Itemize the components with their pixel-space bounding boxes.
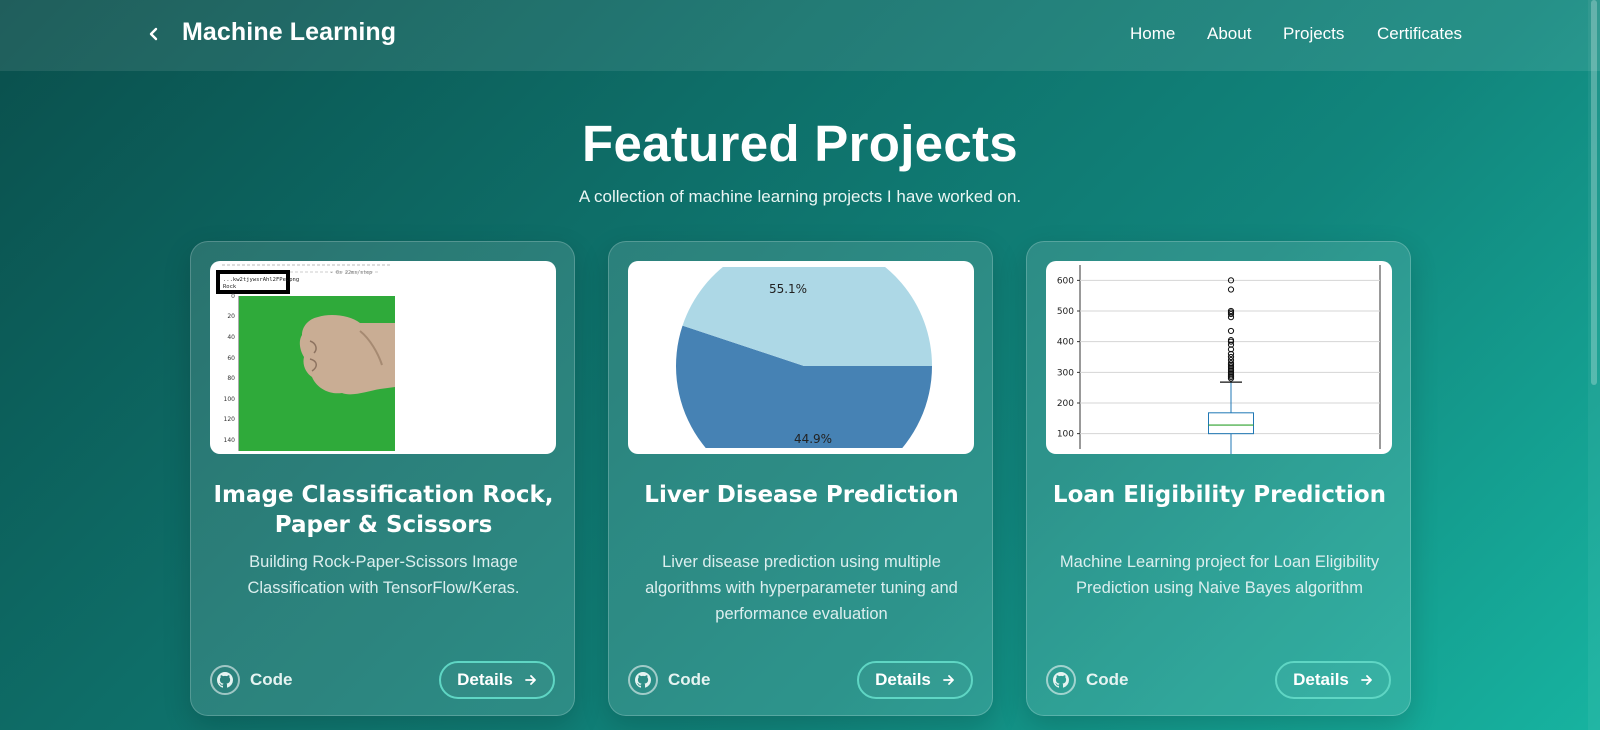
project-thumbnail-rps: - 0s 22ms/step ...kw2tjywsrAhl2FPe.png R… — [210, 261, 556, 454]
github-icon — [1046, 665, 1076, 695]
page-title: Featured Projects — [582, 115, 1018, 172]
image-filename: ...kw2tjywsrAhl2FPe.png — [223, 277, 299, 283]
y-tick-label: 80 — [227, 375, 235, 382]
pie-chart: 55.1% 44.9% — [676, 267, 932, 448]
project-title: Liver Disease Prediction — [644, 482, 959, 508]
y-tick-label: 500 — [1057, 307, 1074, 317]
y-tick-label: 40 — [227, 334, 235, 341]
y-tick-label: 60 — [227, 355, 235, 362]
arrow-right-icon — [942, 675, 954, 685]
y-tick-label: 300 — [1057, 368, 1074, 378]
pie-slice-label: 55.1% — [769, 282, 807, 296]
y-tick-label: 20 — [227, 313, 235, 320]
svg-text:- 0s 22ms/step: - 0s 22ms/step — [330, 270, 372, 276]
project-card-rps: - 0s 22ms/step ...kw2tjywsrAhl2FPe.png R… — [190, 241, 575, 716]
nav-link-projects[interactable]: Projects — [1283, 24, 1344, 44]
code-label: Code — [1086, 670, 1129, 689]
box-iqr — [1208, 412, 1254, 435]
details-label: Details — [875, 670, 931, 689]
page-scrollbar[interactable] — [1588, 0, 1600, 730]
details-label: Details — [457, 670, 513, 689]
github-icon — [210, 665, 240, 695]
y-tick-labels: 0 20 40 60 80 100 120 140 — [224, 293, 236, 444]
chevron-left-icon — [149, 27, 158, 41]
nav-link-home[interactable]: Home — [1130, 24, 1175, 44]
code-label: Code — [668, 670, 711, 689]
project-title: Loan Eligibility Prediction — [1052, 482, 1387, 508]
box-plot-chart: 100 200 300 400 500 600 — [1057, 265, 1381, 454]
code-label: Code — [250, 670, 293, 689]
code-link[interactable]: Code — [1046, 664, 1129, 696]
pie-slice-label: 44.9% — [794, 432, 832, 446]
scrollbar-thumb[interactable] — [1591, 0, 1597, 385]
github-icon — [628, 665, 658, 695]
y-tick-label: 100 — [1057, 430, 1074, 440]
project-card-loan: 100 200 300 400 500 600 Loan Eligibility Pred… — [1026, 241, 1411, 716]
y-tick-label: 200 — [1057, 399, 1074, 409]
project-title: Image Classification Rock, Paper & Sciss… — [213, 482, 554, 538]
arrow-right-icon — [524, 675, 536, 685]
project-description: Building Rock-Paper-Scissors Image Class… — [247, 553, 520, 597]
code-link[interactable]: Code — [628, 664, 711, 696]
code-link[interactable]: Code — [210, 664, 293, 696]
y-tick-label: 400 — [1057, 338, 1074, 348]
outlier-point — [1227, 327, 1235, 335]
project-description: Liver disease prediction using multiple … — [645, 553, 958, 623]
details-button[interactable]: Details — [1275, 661, 1391, 699]
arrow-right-icon — [1360, 675, 1372, 685]
top-navbar: Machine Learning Home About Projects Cer… — [0, 0, 1600, 71]
details-button[interactable]: Details — [439, 661, 555, 699]
nav-link-certificates[interactable]: Certificates — [1377, 24, 1462, 44]
outlier-point — [1227, 286, 1235, 293]
project-card-liver: 55.1% 44.9% Liver Disease Prediction Live… — [608, 241, 993, 716]
page-subtitle: A collection of machine learning project… — [578, 187, 1022, 206]
y-tick-label: 100 — [224, 396, 236, 403]
back-button[interactable] — [143, 22, 165, 46]
project-thumbnail-loan: 100 200 300 400 500 600 — [1046, 261, 1392, 454]
y-tick-label: 600 — [1057, 276, 1074, 286]
y-tick-label: 140 — [224, 437, 236, 444]
details-label: Details — [1293, 670, 1349, 689]
image-caption: Rock — [223, 284, 237, 290]
nav-link-about[interactable]: About — [1207, 24, 1251, 44]
details-button[interactable]: Details — [857, 661, 973, 699]
site-title: Machine Learning — [182, 18, 397, 46]
y-tick-label: 120 — [224, 416, 236, 423]
y-tick-label: 0 — [231, 293, 235, 300]
project-thumbnail-liver: 55.1% 44.9% — [628, 261, 974, 454]
project-description: Machine Learning project for Loan Eligib… — [1059, 553, 1380, 597]
